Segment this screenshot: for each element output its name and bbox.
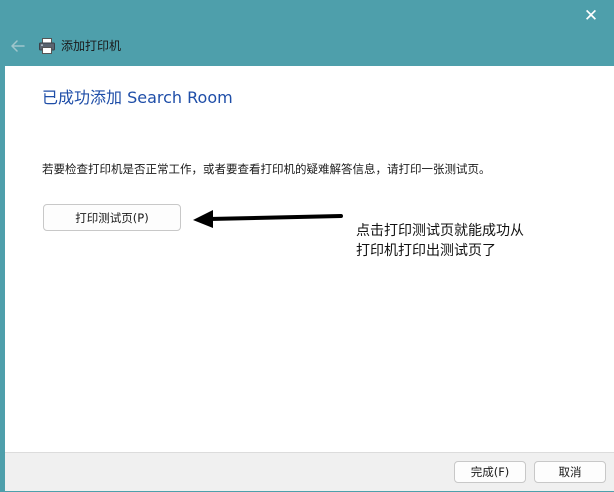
wizard-title: 添加打印机	[61, 39, 122, 53]
wizard-footer: 完成(F) 取消	[5, 452, 614, 491]
add-printer-window: ✕ 添加打印机 已成功添加 Search Room 若要检查打印机是否正常工作，…	[0, 0, 614, 492]
annotation-line-2: 打印机打印出测试页了	[356, 243, 496, 259]
print-test-page-button[interactable]: 打印测试页(P)	[43, 204, 181, 231]
back-arrow-icon	[11, 40, 25, 52]
finish-label: 完成(F)	[470, 465, 510, 479]
printer-icon	[39, 38, 55, 54]
arrow-left-icon	[193, 210, 343, 228]
page-heading: 已成功添加 Search Room	[42, 88, 233, 107]
print-test-page-label: 打印测试页(P)	[75, 210, 149, 225]
description-text: 若要检查打印机是否正常工作，或者要查看打印机的疑难解答信息，请打印一张测试页。	[42, 162, 491, 176]
back-button[interactable]	[8, 36, 28, 56]
annotation-note: 点击打印测试页就能成功从 打印机打印出测试页了	[356, 221, 524, 261]
annotation-line-1: 点击打印测试页就能成功从	[356, 223, 524, 239]
wizard-content: 已成功添加 Search Room 若要检查打印机是否正常工作，或者要查看打印机…	[5, 66, 614, 452]
cancel-label: 取消	[558, 465, 582, 479]
finish-button[interactable]: 完成(F)	[454, 461, 526, 483]
title-bar: ✕ 添加打印机	[0, 0, 614, 66]
close-button[interactable]: ✕	[568, 0, 614, 32]
cancel-button[interactable]: 取消	[534, 461, 606, 483]
close-icon: ✕	[583, 6, 599, 26]
